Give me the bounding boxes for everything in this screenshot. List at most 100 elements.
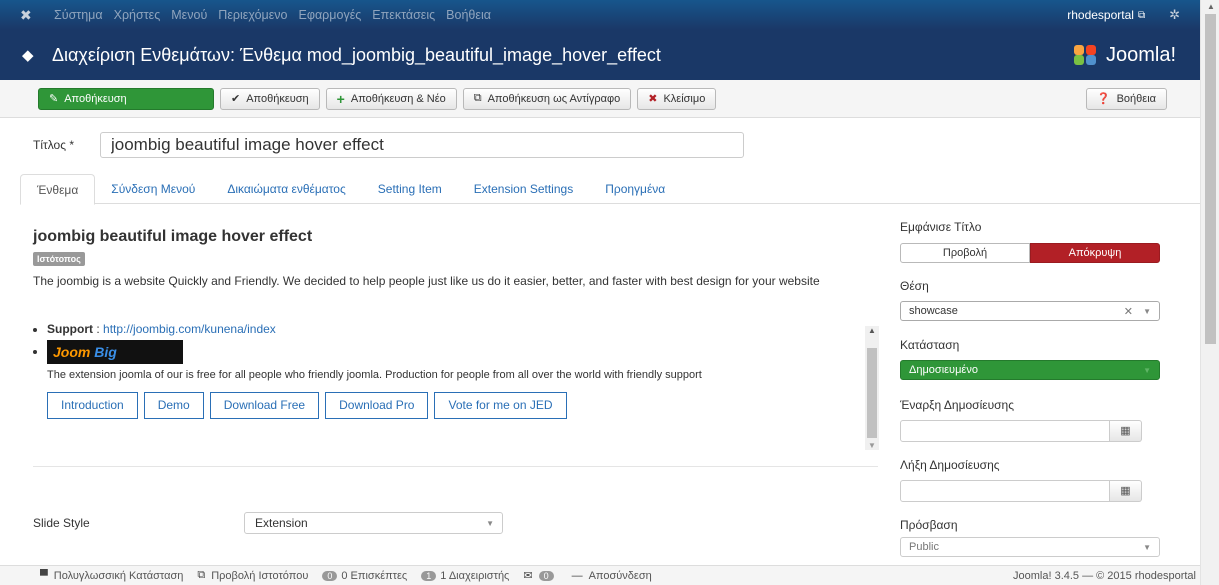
main-menu: Σύστημα Χρήστες Μενού Περιεχόμενο Εφαρμο…: [54, 8, 502, 22]
clear-icon[interactable]: ✕: [1124, 305, 1133, 318]
joomla-brand-icon: [1073, 45, 1100, 65]
save-close-button[interactable]: ✔ Αποθήκευση: [220, 87, 320, 110]
logo-item: Joom Big The extension joomla of our is …: [47, 340, 883, 419]
download-pro-button[interactable]: Download Pro: [325, 392, 429, 419]
tab-permissions[interactable]: Δικαιώματα ενθέματος: [211, 174, 361, 204]
menu-menus[interactable]: Μενού: [171, 8, 207, 22]
cube-icon: ◆: [22, 47, 34, 64]
access-label: Πρόσβαση: [900, 518, 958, 532]
position-select[interactable]: showcase ✕ ▼: [900, 301, 1160, 321]
status-select[interactable]: Δημοσιευμένο ▼: [900, 360, 1160, 380]
chevron-down-icon: ▼: [1143, 306, 1151, 316]
scroll-down-icon[interactable]: ▼: [868, 441, 876, 450]
menu-components[interactable]: Εφαρμογές: [299, 8, 362, 22]
top-navbar: ✖ Σύστημα Χρήστες Μενού Περιεχόμενο Εφαρ…: [0, 0, 1200, 30]
scrollbar-thumb[interactable]: [867, 348, 877, 438]
tab-extension-settings[interactable]: Extension Settings: [458, 174, 589, 204]
edit-icon: ✎: [49, 93, 59, 105]
admins-count: 1: [421, 570, 437, 581]
save-copy-button[interactable]: ⧉ Αποθήκευση ως Αντίγραφο: [462, 87, 632, 110]
title-input[interactable]: [100, 132, 744, 158]
calendar-icon[interactable]: ▦: [1110, 420, 1142, 442]
visitors-status[interactable]: 0 0 Επισκέπτες: [322, 570, 407, 582]
copy-icon: ⧉: [473, 92, 482, 104]
menu-extensions[interactable]: Επεκτάσεις: [372, 8, 435, 22]
toolbar: ✎ Αποθήκευση ✔ Αποθήκευση + Αποθήκευση &…: [0, 80, 1200, 118]
access-select[interactable]: Public ▼: [900, 537, 1160, 557]
module-description-box[interactable]: Support : http://joombig.com/kunena/inde…: [33, 322, 883, 448]
slide-style-select[interactable]: Extension ▼: [244, 512, 503, 534]
tab-menu-assignment[interactable]: Σύνδεση Μενού: [95, 174, 211, 204]
publish-up-label: Έναρξη Δημοσίευσης: [900, 398, 1015, 412]
demo-button[interactable]: Demo: [143, 392, 204, 419]
support-label: Support: [47, 322, 93, 336]
external-link-icon: ⧉: [1137, 9, 1146, 21]
support-item: Support : http://joombig.com/kunena/inde…: [47, 322, 883, 336]
save-button[interactable]: ✎ Αποθήκευση: [38, 87, 214, 110]
logout-link[interactable]: — Αποσύνδεση: [572, 570, 652, 582]
page-scrollbar-thumb[interactable]: [1205, 14, 1216, 344]
module-sidebar: Εμφάνισε Τίτλο Προβολή Απόκρυψη Θέση sho…: [900, 220, 1162, 557]
publish-down-field: ▦: [900, 480, 1162, 502]
publish-up-input[interactable]: [900, 420, 1110, 442]
view-site-link[interactable]: ⧉ Προβολή Ιστοτόπου: [197, 569, 308, 582]
show-title-label: Εμφάνισε Τίτλο: [900, 220, 982, 234]
show-title-toggle: Προβολή Απόκρυψη: [900, 243, 1162, 263]
minus-icon: —: [571, 569, 583, 582]
tab-setting-item[interactable]: Setting Item: [362, 174, 458, 204]
close-button[interactable]: ✖ Κλείσιμο: [637, 87, 717, 110]
menu-users[interactable]: Χρήστες: [114, 8, 161, 22]
slide-style-row: Slide Style Extension ▼: [33, 512, 503, 534]
status-label: Κατάσταση: [900, 338, 960, 352]
support-link[interactable]: http://joombig.com/kunena/index: [103, 322, 276, 336]
publish-up-field: ▦: [900, 420, 1162, 442]
tab-bar: Ένθεμα Σύνδεση Μενού Δικαιώματα ενθέματο…: [20, 174, 1200, 205]
menu-content[interactable]: Περιεχόμενο: [218, 8, 287, 22]
admins-status[interactable]: 1 1 Διαχειριστής: [421, 570, 509, 582]
publish-down-label: Λήξη Δημοσίευσης: [900, 458, 1000, 472]
tab-advanced[interactable]: Προηγμένα: [589, 174, 681, 204]
tab-module[interactable]: Ένθεμα: [20, 174, 96, 205]
publish-down-input[interactable]: [900, 480, 1110, 502]
info-list: Support : http://joombig.com/kunena/inde…: [47, 322, 883, 419]
status-bar: ▀ Πολυγλωσσική Κατάσταση ⧉ Προβολή Ιστοτ…: [0, 565, 1200, 585]
joombig-logo-image: Joom Big: [47, 340, 183, 364]
scroll-up-icon[interactable]: ▲: [868, 326, 876, 335]
slide-style-label: Slide Style: [33, 516, 90, 530]
chevron-down-icon: ▼: [486, 518, 494, 528]
brand-name: Joomla!: [1105, 43, 1176, 66]
check-icon: ✔: [231, 93, 241, 105]
site-link[interactable]: rhodesportal: [1067, 8, 1134, 22]
site-badge: Ιστότοπος: [33, 252, 85, 266]
show-button[interactable]: Προβολή: [900, 243, 1030, 263]
save-new-button[interactable]: + Αποθήκευση & Νέο: [325, 87, 457, 110]
download-free-button[interactable]: Download Free: [209, 392, 320, 419]
plus-icon: +: [336, 90, 345, 107]
chevron-down-icon: ▼: [1143, 542, 1151, 552]
page-scrollbar[interactable]: ▲: [1200, 0, 1219, 585]
title-label: Τίτλος *: [33, 138, 75, 152]
question-icon: ❓: [1096, 93, 1111, 105]
hide-button[interactable]: Απόκρυψη: [1030, 243, 1160, 263]
scroll-up-icon[interactable]: ▲: [1207, 2, 1215, 11]
gear-icon[interactable]: ✲: [1169, 7, 1180, 23]
joomla-brand: Joomla!: [1073, 43, 1176, 67]
introduction-button[interactable]: Introduction: [47, 392, 138, 419]
comment-icon: ▀: [40, 569, 48, 582]
help-button[interactable]: ❓ Βοήθεια: [1085, 87, 1167, 110]
messages-status[interactable]: ✉ 0: [523, 569, 557, 582]
module-heading: joombig beautiful image hover effect: [33, 228, 313, 245]
position-label: Θέση: [900, 279, 929, 293]
multilang-status[interactable]: ▀ Πολυγλωσσική Κατάσταση: [40, 570, 183, 582]
vote-jed-button[interactable]: Vote for me on JED: [434, 392, 567, 419]
menu-system[interactable]: Σύστημα: [54, 8, 103, 22]
divider: [33, 466, 878, 467]
menu-help[interactable]: Βοήθεια: [446, 8, 491, 22]
joomla-logo-icon[interactable]: ✖: [20, 7, 48, 24]
description-scrollbar[interactable]: ▲ ▼: [865, 326, 879, 450]
chevron-down-icon: ▼: [1143, 365, 1151, 375]
calendar-icon[interactable]: ▦: [1110, 480, 1142, 502]
title-row: Τίτλος *: [33, 132, 744, 158]
module-description: The joombig is a website Quickly and Fri…: [33, 274, 820, 288]
link-buttons: Introduction Demo Download Free Download…: [47, 392, 883, 419]
